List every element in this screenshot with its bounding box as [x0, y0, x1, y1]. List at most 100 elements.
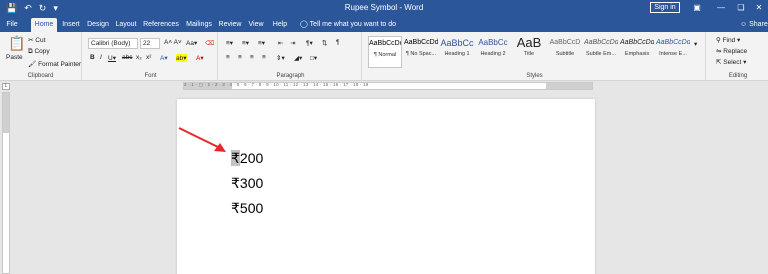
document-line[interactable]: ₹500	[231, 200, 263, 216]
tab-selector-icon[interactable]: L	[2, 83, 10, 90]
grow-font-icon[interactable]: A˄ A˅	[164, 39, 182, 46]
person-icon: ☺	[740, 21, 748, 28]
font-name-box[interactable]: Calibri (Body)	[88, 38, 138, 49]
find-icon: ⚲	[716, 37, 721, 44]
style-name: Heading 1	[444, 51, 470, 57]
document-page[interactable]: ₹200 ₹300 ₹500	[177, 99, 595, 274]
clear-formatting-icon[interactable]: ⌫	[205, 39, 214, 47]
paste-button[interactable]: Paste	[6, 54, 23, 61]
style-sample: AaBbCcDd	[584, 39, 618, 46]
horizontal-ruler[interactable]: 2 · 1 · ▢ · 1 · 2 · 3 · 4 · 5 · 6 · 7 · …	[183, 82, 593, 90]
align-right-icon[interactable]: ≡	[250, 54, 254, 61]
style-subtitle[interactable]: AaBbCcD Subtitle	[548, 36, 582, 68]
tell-me-search[interactable]: ◯ Tell me what you want to do	[300, 18, 396, 31]
justify-icon[interactable]: ≡	[262, 54, 266, 61]
scissors-icon: ✂	[28, 37, 34, 44]
style-name: Subtitle	[555, 51, 575, 57]
tab-mailings[interactable]: Mailings	[184, 18, 214, 32]
sign-in-button[interactable]: Sign in	[650, 2, 680, 13]
sort-icon[interactable]: ⇅	[322, 39, 327, 47]
paintbrush-icon: 🖌	[28, 61, 37, 68]
styles-group: AaBbCcDd ¶ Normal AaBbCcDd ¶ No Spac... …	[364, 32, 706, 81]
share-button[interactable]: ☺ Share	[740, 18, 768, 31]
text-effects-icon[interactable]: A▾	[160, 54, 168, 62]
font-size-box[interactable]: 22	[140, 38, 160, 49]
clipboard-group-label: Clipboard	[27, 73, 54, 79]
style-sample: AaBbCc	[440, 38, 474, 48]
format-painter-label: Format Painter	[38, 61, 82, 68]
style-no-spacing[interactable]: AaBbCcDd ¶ No Spac...	[404, 36, 438, 68]
font-color-icon[interactable]: A▾	[196, 54, 204, 62]
style-name: Emphasis	[624, 51, 650, 57]
strikethrough-icon[interactable]: abc	[122, 54, 132, 61]
word-window: 💾 ↶ ↻ ▾ Rupee Symbol - Word Sign in ▣ — …	[0, 0, 768, 274]
subscript-icon[interactable]: x₂	[136, 54, 142, 61]
numbering-icon[interactable]: ≡▾	[242, 39, 249, 47]
style-normal[interactable]: AaBbCcDd ¶ Normal	[368, 36, 402, 68]
decrease-indent-icon[interactable]: ⇤	[278, 39, 283, 47]
tab-insert[interactable]: Insert	[60, 18, 82, 32]
copy-label: Copy	[34, 48, 50, 55]
tab-home[interactable]: Home	[31, 18, 57, 32]
document-line[interactable]: ₹300	[231, 175, 263, 191]
style-subtle-emphasis[interactable]: AaBbCcDd Subtle Em...	[584, 36, 618, 68]
highlight-icon[interactable]: ab▾	[176, 54, 187, 62]
replace-button[interactable]: ⇋ Replace	[716, 47, 747, 55]
align-center-icon[interactable]: ≡	[238, 54, 242, 61]
tab-help[interactable]: Help	[271, 18, 289, 32]
style-sample: AaBbCcD	[549, 39, 581, 46]
tab-design[interactable]: Design	[86, 18, 110, 32]
style-sample: AaB	[516, 36, 542, 50]
show-marks-icon[interactable]: ¶	[336, 39, 340, 46]
text-direction-icon[interactable]: ¶▾	[306, 39, 313, 47]
superscript-icon[interactable]: x²	[146, 54, 151, 61]
restore-icon[interactable]: ❏	[734, 1, 748, 14]
style-emphasis[interactable]: AaBbCcDd Emphasis	[620, 36, 654, 68]
format-painter-button[interactable]: 🖌 Format Painter	[28, 60, 81, 68]
ribbon-display-options-icon[interactable]: ▣	[690, 1, 704, 14]
tab-file[interactable]: File	[4, 18, 20, 32]
cut-button[interactable]: ✂ Cut	[28, 36, 45, 44]
bullets-icon[interactable]: ≡▾	[226, 39, 233, 47]
underline-icon[interactable]: U▾	[108, 54, 116, 62]
paragraph-group-label: Paragraph	[276, 73, 305, 79]
ruler-numbers: 2 · 1 · ▢ · 1 · 2 · 3 · 4 · 5 · 6 · 7 · …	[184, 82, 369, 87]
title-bar: 💾 ↶ ↻ ▾ Rupee Symbol - Word Sign in ▣ — …	[0, 0, 768, 16]
style-name: ¶ No Spac...	[405, 51, 437, 57]
increase-indent-icon[interactable]: ⇥	[290, 39, 295, 47]
styles-group-label: Styles	[526, 73, 543, 79]
paste-icon[interactable]: 📋	[8, 36, 25, 50]
select-button[interactable]: ⇱ Select ▾	[716, 58, 746, 66]
tab-view[interactable]: View	[246, 18, 266, 32]
styles-more-icon[interactable]: ▾	[694, 40, 697, 48]
style-name: Intense E...	[659, 51, 687, 57]
borders-icon[interactable]: □▾	[310, 54, 317, 62]
find-label: Find	[722, 37, 736, 44]
amount-text: 500	[239, 200, 264, 216]
line-spacing-icon[interactable]: ⇕▾	[276, 54, 285, 62]
style-heading-1[interactable]: AaBbCc Heading 1	[440, 36, 474, 68]
style-sample: AaBbCcDd	[620, 39, 654, 46]
arrow-head	[214, 143, 226, 152]
tab-review[interactable]: Review	[218, 18, 242, 32]
change-case-icon[interactable]: Aa▾	[186, 39, 197, 47]
style-name: Title	[523, 51, 535, 57]
bold-icon[interactable]: B	[90, 54, 95, 61]
style-intense-emphasis[interactable]: AaBbCcDd Intense E...	[656, 36, 690, 68]
close-icon[interactable]: ✕	[752, 1, 766, 14]
minimize-icon[interactable]: —	[714, 1, 728, 14]
editing-group: ⚲ Find ▾ ⇋ Replace ⇱ Select ▾ Editing	[708, 32, 768, 81]
select-icon: ⇱	[716, 59, 722, 66]
style-heading-2[interactable]: AaBbCc Heading 2	[476, 36, 510, 68]
italic-icon[interactable]: I	[100, 54, 102, 61]
tab-references[interactable]: References	[143, 18, 179, 32]
tab-layout[interactable]: Layout	[114, 18, 138, 32]
multilevel-list-icon[interactable]: ≡▾	[258, 39, 265, 47]
find-button[interactable]: ⚲ Find ▾	[716, 36, 740, 44]
align-left-icon[interactable]: ≡	[226, 54, 230, 61]
tell-me-text: Tell me what you want to do	[309, 21, 397, 28]
copy-button[interactable]: ⧉ Copy	[28, 48, 50, 56]
shading-icon[interactable]: ◢▾	[294, 54, 302, 62]
vertical-ruler[interactable]	[2, 92, 10, 274]
style-title[interactable]: AaB Title	[512, 36, 546, 68]
